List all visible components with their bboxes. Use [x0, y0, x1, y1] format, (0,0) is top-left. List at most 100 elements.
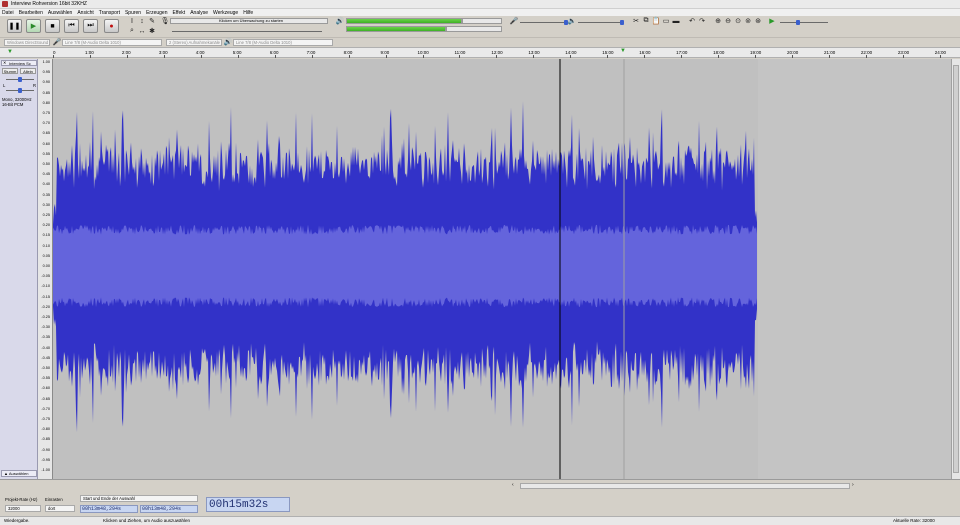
- output-volume-slider[interactable]: [578, 20, 624, 25]
- selection-mode-select[interactable]: Start und Ende der Auswahl: [80, 495, 198, 502]
- record-meter[interactable]: Klicken um Überwachung zu starten: [170, 18, 328, 24]
- menu-effekt[interactable]: Effekt: [173, 10, 186, 16]
- mic-volume-slider[interactable]: [520, 20, 568, 25]
- timeline-ruler[interactable]: ▼ 0 1:00 2:00 3:00 4:00 5:00 6:00 7:00 8:00 9:00 1…: [0, 47, 960, 58]
- pan-knob[interactable]: [18, 88, 22, 93]
- horizontal-scrollbar[interactable]: ‹ ›: [0, 479, 960, 492]
- play-position-marker-icon[interactable]: ▼: [620, 48, 626, 54]
- play-speed-slider[interactable]: [780, 20, 828, 25]
- amplitude-label: 0.25: [42, 213, 50, 217]
- stop-button[interactable]: ■: [45, 19, 60, 33]
- waveform[interactable]: [53, 59, 758, 479]
- trim-icon[interactable]: ▭: [662, 17, 670, 25]
- menu-erzeugen[interactable]: Erzeugen: [146, 10, 167, 16]
- ruler-tick: [755, 55, 757, 58]
- menu-auswaehlen[interactable]: Auswählen: [48, 10, 72, 16]
- play-at-speed-icon[interactable]: ▶: [768, 17, 776, 25]
- zoom-out-icon[interactable]: ⊖: [724, 17, 732, 25]
- recording-channels-select[interactable]: 2 (Stereo) Aufnahmekanäle: [166, 39, 222, 46]
- ruler-tick: [718, 55, 720, 58]
- track-select-button[interactable]: ▲ Auswählen: [1, 470, 37, 477]
- amplitude-label: 0.15: [42, 233, 50, 238]
- waveform-rms: [53, 224, 757, 308]
- selection-end-time[interactable]: 00h13m48,294s: [140, 505, 198, 513]
- fit-project-icon[interactable]: ⊚: [744, 17, 752, 25]
- ruler-tick: [274, 55, 276, 58]
- menu-hilfe[interactable]: Hilfe: [243, 10, 253, 16]
- ruler-tick: [939, 55, 941, 58]
- draw-tool-icon[interactable]: ✎: [148, 17, 156, 25]
- scroll-left-icon[interactable]: ‹: [512, 482, 514, 488]
- zoom-toggle-icon[interactable]: ⊛: [754, 17, 762, 25]
- amplitude-label: -0.05: [41, 274, 50, 279]
- playback-device-select[interactable]: Line 7/8 (M-Audio Delta 1010): [233, 39, 333, 46]
- scroll-right-icon[interactable]: ›: [852, 482, 854, 488]
- vertical-scrollbar[interactable]: [951, 59, 960, 479]
- output-volume-knob[interactable]: [620, 20, 624, 25]
- selection-start-time[interactable]: 00h13m48,294s: [80, 505, 138, 513]
- snap-select[interactable]: dort: [45, 505, 75, 512]
- track-close-icon[interactable]: ✕: [3, 60, 6, 65]
- copy-icon[interactable]: ⧉: [642, 17, 650, 25]
- skip-start-button[interactable]: ⏮: [64, 19, 79, 33]
- solo-button[interactable]: Allein: [20, 68, 36, 74]
- amplitude-label: 0.90: [42, 80, 50, 85]
- play-icon: ▶: [30, 23, 37, 30]
- waveform-region[interactable]: [53, 59, 758, 479]
- menu-bearbeiten[interactable]: Bearbeiten: [19, 10, 43, 16]
- amplitude-label: -0.75: [41, 417, 50, 421]
- zoom-in-icon[interactable]: ⊕: [714, 17, 722, 25]
- audio-host-select[interactable]: Windows DirectSound: [4, 39, 50, 46]
- skip-end-icon: ⏭: [87, 22, 94, 29]
- amplitude-label: -0.90: [41, 447, 50, 452]
- track-name-menu[interactable]: ✕ Interview Sc: [1, 60, 37, 66]
- ruler-tick: [126, 55, 128, 58]
- status-left: Wiedergabe.: [4, 518, 30, 523]
- multi-tool-icon[interactable]: ✱: [148, 27, 156, 35]
- recording-device-select[interactable]: Line 7/8 (M-Audio Delta 1010): [62, 39, 162, 46]
- empty-track-area[interactable]: [758, 59, 951, 479]
- gain-knob[interactable]: [18, 77, 22, 82]
- amplitude-label: -0.55: [41, 376, 50, 381]
- menu-spuren[interactable]: Spuren: [125, 10, 141, 16]
- horizontal-scroll-thumb[interactable]: [520, 483, 850, 489]
- playback-meter-left: [346, 18, 462, 24]
- amplitude-label: 0.60: [42, 141, 50, 146]
- gain-slider[interactable]: [6, 77, 34, 82]
- ruler-tick: [348, 55, 350, 58]
- play-button[interactable]: ▶: [26, 19, 41, 33]
- play-speed-knob[interactable]: [796, 20, 800, 25]
- pan-slider[interactable]: [6, 88, 34, 93]
- paste-icon[interactable]: 📋: [652, 17, 661, 25]
- menu-datei[interactable]: Datei: [2, 10, 14, 16]
- fit-selection-icon[interactable]: ⊙: [734, 17, 742, 25]
- selection-toolbar: Projekt-Rate (Hz) 32000 Einrasten dort S…: [0, 492, 960, 516]
- undo-icon[interactable]: ↶: [688, 17, 696, 25]
- pause-button[interactable]: ❚❚: [7, 19, 22, 33]
- silence-icon[interactable]: ▬: [672, 17, 680, 25]
- redo-icon[interactable]: ↷: [698, 17, 706, 25]
- menu-werkzeuge[interactable]: Werkzeuge: [213, 10, 238, 16]
- playback-meter-rest-r: [446, 26, 502, 32]
- selection-tool-icon[interactable]: I: [128, 17, 136, 25]
- status-bar: Wiedergabe. Klicken und Ziehen, um Audio…: [0, 516, 960, 525]
- amplitude-label: 0.65: [42, 131, 50, 136]
- ruler-tick: [828, 55, 830, 58]
- zoom-tool-icon[interactable]: ⌕: [128, 27, 136, 35]
- menu-analyse[interactable]: Analyse: [190, 10, 208, 16]
- menu-transport[interactable]: Transport: [99, 10, 120, 16]
- playback-meter-rest: [462, 18, 502, 24]
- skip-start-icon: ⏮: [68, 22, 75, 29]
- envelope-tool-icon[interactable]: ↕: [138, 17, 146, 25]
- timeshift-tool-icon[interactable]: ↔: [138, 27, 146, 35]
- audio-position-display[interactable]: 00h15m32s: [206, 497, 290, 512]
- vertical-scroll-thumb[interactable]: [953, 65, 959, 473]
- record-meter-scale: [172, 31, 322, 32]
- record-button[interactable]: ●: [104, 19, 119, 33]
- mute-button[interactable]: Stumm: [2, 68, 18, 74]
- project-rate-select[interactable]: 32000: [5, 505, 41, 512]
- cut-icon[interactable]: ✂: [632, 17, 640, 25]
- amplitude-label: 1.00: [42, 60, 50, 64]
- menu-ansicht[interactable]: Ansicht: [77, 10, 93, 16]
- skip-end-button[interactable]: ⏭: [83, 19, 98, 33]
